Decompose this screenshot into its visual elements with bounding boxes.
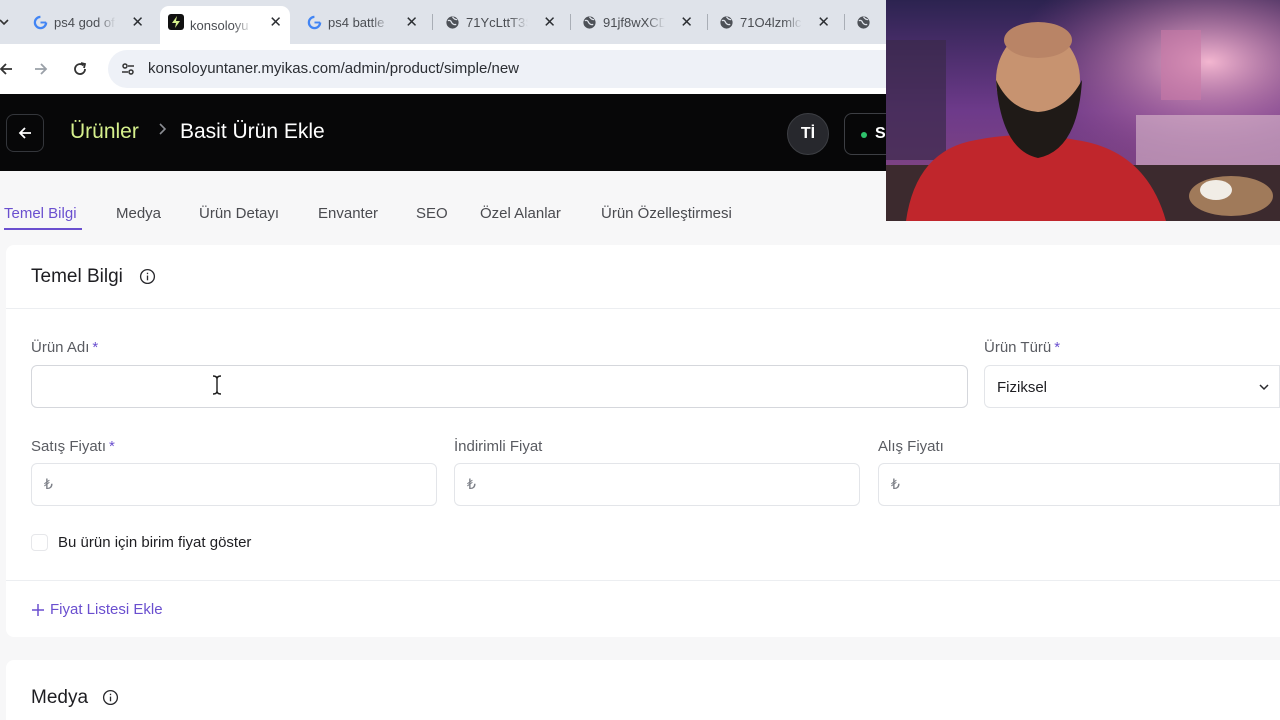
purchase-price-label: Alış Fiyatı [878, 438, 944, 455]
tab-product-customization[interactable]: Ürün Özelleştirmesi [601, 205, 732, 222]
reload-icon[interactable] [68, 57, 92, 81]
store-label: S [875, 125, 886, 142]
back-button[interactable] [6, 114, 44, 152]
page-title: Basit Ürün Ekle [180, 120, 325, 143]
close-tab-icon[interactable]: ✕ [269, 13, 282, 31]
globe-icon [718, 14, 734, 30]
divider [6, 308, 1280, 309]
tab-title: 71O4lzmlc [740, 14, 802, 30]
globe-icon [581, 14, 597, 30]
forward-arrow-icon[interactable] [29, 57, 53, 81]
online-status-dot [861, 132, 867, 138]
browser-tab[interactable]: ps4 god of ✕ [24, 6, 152, 38]
discount-price-label: İndirimli Fiyat [454, 438, 543, 455]
tab-title: 91jf8wXCD [603, 14, 665, 30]
tab-divider [432, 14, 433, 30]
lira-symbol: ₺ [44, 476, 53, 492]
basic-info-card: Temel Bilgi Ürün Adı * Ürün Türü * Fizikse… [6, 245, 1280, 637]
product-name-input[interactable] [31, 365, 968, 408]
back-arrow-icon[interactable] [0, 57, 18, 81]
unit-price-checkbox-label[interactable]: Bu ürün için birim fiyat göster [58, 534, 251, 551]
google-icon [32, 14, 48, 30]
google-icon [306, 14, 322, 30]
close-tab-icon[interactable]: ✕ [543, 13, 556, 31]
arrow-left-icon [18, 127, 31, 139]
presenter-video-image [886, 0, 1280, 221]
breadcrumb-products-link[interactable]: Ürünler [70, 120, 139, 144]
site-settings-icon[interactable] [116, 57, 140, 81]
discount-price-input[interactable]: ₺ [454, 463, 860, 506]
sale-price-label: Satış Fiyatı * [31, 438, 115, 455]
chevron-right-icon [155, 122, 169, 136]
user-avatar[interactable]: Tİ [787, 113, 829, 155]
tab-title: konsoloyu [190, 17, 249, 33]
tab-seo[interactable]: SEO [416, 205, 448, 222]
tab-product-detail[interactable]: Ürün Detayı [199, 205, 279, 222]
close-tab-icon[interactable]: ✕ [131, 13, 144, 31]
tab-title: ps4 battle [328, 14, 385, 30]
product-type-label: Ürün Türü * [984, 339, 1061, 356]
browser-tab[interactable]: 91jf8wXCD ✕ [573, 6, 701, 38]
tab-divider [570, 14, 571, 30]
add-price-list-button[interactable]: Fiyat Listesi Ekle [31, 601, 163, 618]
plus-icon [32, 603, 44, 616]
section-title: Medya [31, 687, 89, 708]
product-type-value: Fiziksel [997, 379, 1048, 396]
browser-tab[interactable]: ps4 battle ✕ [298, 6, 426, 38]
tab-divider [707, 14, 708, 30]
url-text[interactable]: konsoloyuntaner.myikas.com/admin/product… [148, 60, 519, 77]
tab-title: ps4 god of [54, 14, 115, 30]
active-tab-indicator [4, 228, 82, 230]
unit-price-checkbox[interactable] [31, 534, 48, 551]
webcam-overlay [886, 0, 1280, 221]
globe-icon [444, 14, 460, 30]
tab-search-chevron-icon[interactable] [0, 10, 16, 34]
product-name-label: Ürün Adı * [31, 339, 99, 356]
tab-inventory[interactable]: Envanter [318, 205, 378, 222]
section-title: Temel Bilgi [31, 266, 123, 287]
tab-basic-info[interactable]: Temel Bilgi [4, 205, 77, 222]
tab-title: 71YcLttT3S [466, 14, 528, 30]
text-cursor-icon [212, 375, 222, 395]
close-tab-icon[interactable]: ✕ [680, 13, 693, 31]
lira-symbol: ₺ [467, 476, 476, 492]
tab-media[interactable]: Medya [116, 205, 161, 222]
browser-tab[interactable]: 8 [847, 6, 887, 38]
browser-tab[interactable]: 71O4lzmlc ✕ [710, 6, 838, 38]
close-tab-icon[interactable]: ✕ [405, 13, 418, 31]
divider [6, 580, 1280, 581]
lira-symbol: ₺ [891, 476, 900, 492]
info-icon[interactable] [139, 268, 156, 285]
purchase-price-input[interactable]: ₺ [878, 463, 1280, 506]
chevron-down-icon [1259, 384, 1269, 391]
close-tab-icon[interactable]: ✕ [817, 13, 830, 31]
media-card: Medya [6, 660, 1280, 720]
browser-tab-active[interactable]: konsoloyu ✕ [160, 6, 290, 44]
add-price-list-label: Fiyat Listesi Ekle [50, 601, 163, 618]
tab-custom-fields[interactable]: Özel Alanlar [480, 205, 561, 222]
product-type-select[interactable]: Fiziksel [984, 365, 1280, 408]
tab-divider [844, 14, 845, 30]
sale-price-input[interactable]: ₺ [31, 463, 437, 506]
product-name-field[interactable] [32, 366, 967, 407]
ikas-icon [168, 14, 184, 30]
info-icon[interactable] [102, 689, 119, 706]
globe-icon [855, 14, 871, 30]
browser-tab[interactable]: 71YcLttT3S ✕ [436, 6, 564, 38]
